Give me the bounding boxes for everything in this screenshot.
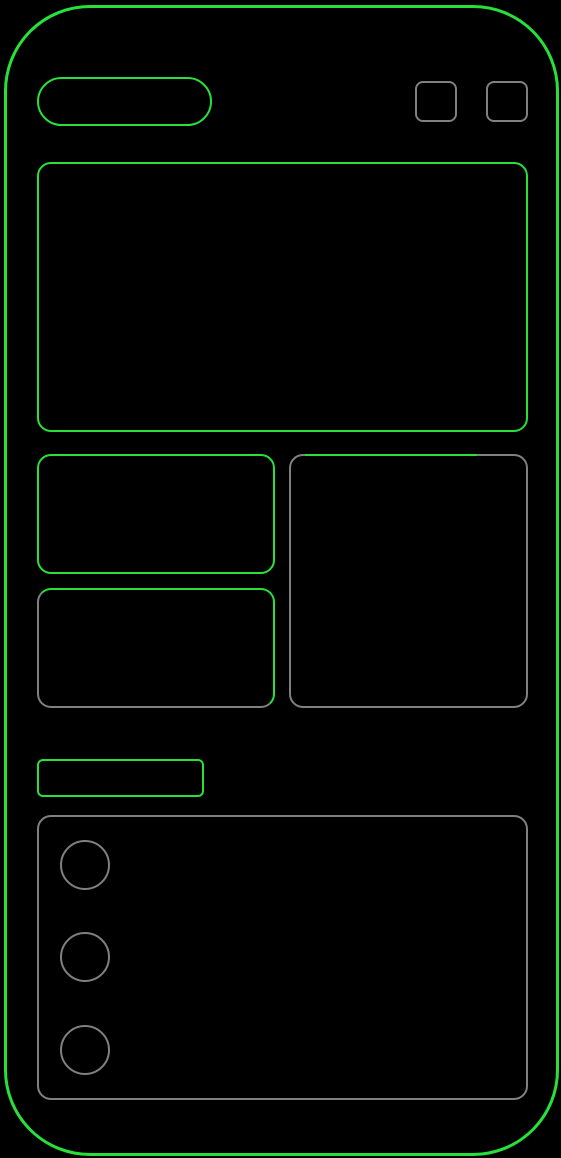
tile-top-left[interactable] (37, 454, 275, 574)
header-icon-button-1[interactable] (415, 81, 457, 122)
list-item-avatar-icon[interactable] (60, 1025, 110, 1075)
search-pill[interactable] (37, 77, 212, 126)
section-label (37, 759, 204, 797)
tile-bottom-left[interactable] (37, 588, 275, 708)
hero-card[interactable] (37, 162, 528, 432)
tile-right[interactable] (289, 454, 528, 708)
list-item-avatar-icon[interactable] (60, 932, 110, 982)
list-panel (37, 815, 528, 1100)
header-icon-button-2[interactable] (486, 81, 528, 122)
list-item-avatar-icon[interactable] (60, 840, 110, 890)
tile-right-accent-line (305, 454, 477, 456)
